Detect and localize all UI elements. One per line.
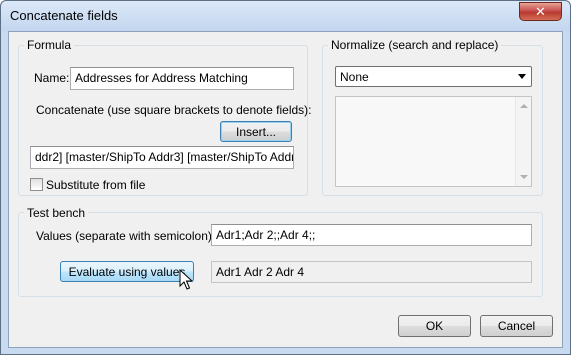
cancel-button[interactable]: Cancel: [480, 315, 553, 337]
substitute-checkbox[interactable]: [30, 178, 43, 191]
name-input[interactable]: Addresses for Address Matching: [70, 67, 294, 90]
arrow-pointer-icon: [179, 269, 193, 290]
evaluate-button[interactable]: Evaluate using values: [60, 261, 194, 282]
insert-button[interactable]: Insert...: [220, 121, 292, 142]
scroll-up-icon[interactable]: [520, 104, 528, 108]
close-button[interactable]: ✕: [519, 2, 562, 21]
name-label: Name:: [34, 71, 70, 85]
formula-group-label: Formula: [24, 38, 75, 52]
dialog-window: Concatenate fields ✕ Formula Name: Addre…: [0, 0, 571, 355]
concatenate-input[interactable]: ddr2] [master/ShipTo Addr3] [master/Ship…: [30, 146, 294, 169]
normalize-selected-value: None: [340, 70, 369, 84]
result-display: Adr1 Adr 2 Adr 4: [211, 261, 532, 283]
values-label: Values (separate with semicolon):: [36, 229, 216, 243]
scroll-down-icon[interactable]: [520, 175, 528, 179]
normalize-select[interactable]: None: [335, 66, 532, 87]
title-bar[interactable]: Concatenate fields ✕: [1, 1, 570, 31]
ok-button[interactable]: OK: [398, 315, 471, 337]
values-input[interactable]: Adr1;Adr 2;;Adr 4;;: [211, 224, 532, 246]
window-title: Concatenate fields: [10, 8, 118, 23]
concatenate-label: Concatenate (use square brackets to deno…: [36, 103, 312, 117]
normalize-group-label: Normalize (search and replace): [328, 38, 502, 52]
testbench-group-label: Test bench: [24, 206, 89, 220]
substitute-label: Substitute from file: [46, 178, 146, 192]
dialog-client-area: Formula Name: Addresses for Address Matc…: [8, 31, 563, 348]
normalize-listbox[interactable]: [335, 96, 532, 187]
chevron-down-icon: [518, 74, 526, 79]
close-icon: ✕: [535, 3, 546, 19]
listbox-scrollbar[interactable]: [515, 97, 531, 186]
